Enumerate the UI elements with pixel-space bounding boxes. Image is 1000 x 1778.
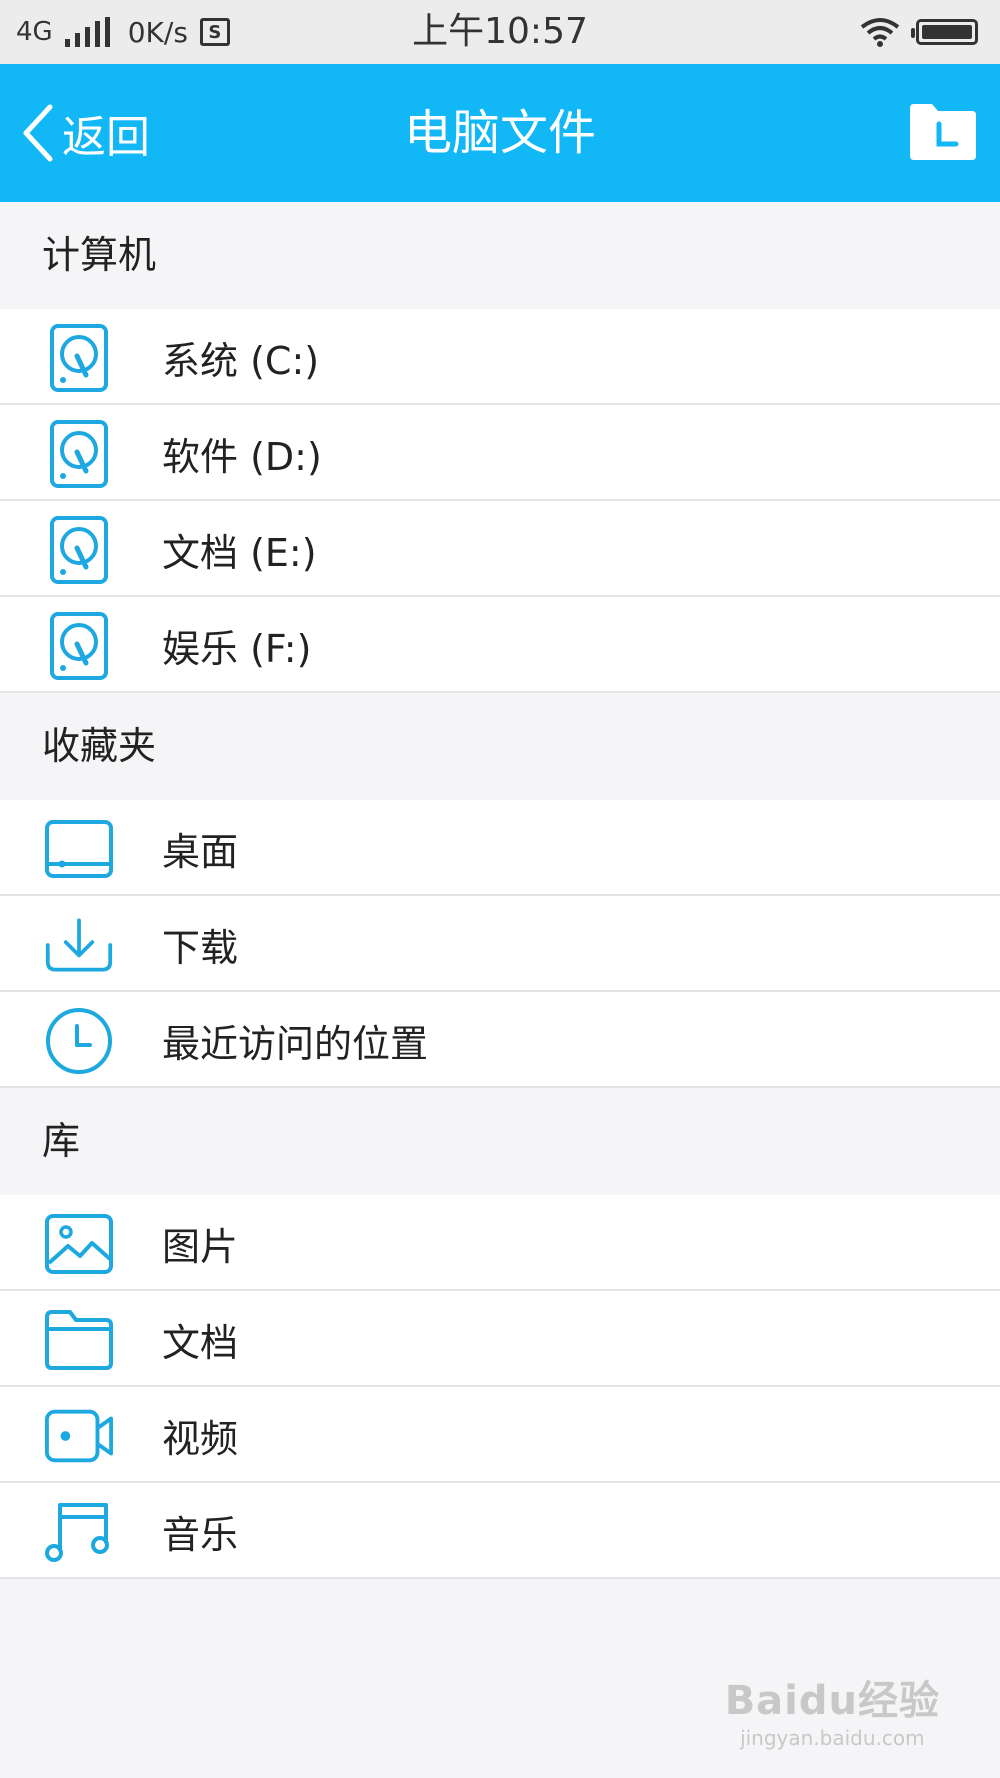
library-label: 图片 [162,1224,239,1269]
watermark-logo: Baidu经验 [724,1678,940,1724]
downloads-row[interactable]: 下载 [0,896,1000,992]
clock-icon [44,1006,114,1076]
status-bar: 4G 0K/s S 上午10:57 [0,0,1000,64]
desktop-icon [44,814,114,884]
computer-list: 系统 (C:) 软件 (D:) 文档 (E:) 娱乐 (F:) [0,309,1000,693]
page-title: 电脑文件 [403,105,596,161]
library-label: 视频 [162,1416,239,1461]
videos-row[interactable]: 视频 [0,1387,1000,1483]
recent-places-row[interactable]: 最近访问的位置 [0,992,1000,1088]
music-row[interactable]: 音乐 [0,1483,1000,1579]
drive-label: 文档 (E:) [162,530,317,575]
section-header-library: 库 [0,1088,1000,1195]
video-icon [44,1401,114,1471]
status-right [860,0,978,64]
nav-bar: 返回 电脑文件 [0,64,1000,202]
favorite-label: 桌面 [162,829,239,874]
drive-label: 软件 (D:) [162,434,322,479]
wifi-icon [860,18,900,47]
baidu-watermark: Baidu经验 jingyan.baidu.com [725,1668,940,1750]
section-header-computer: 计算机 [0,202,1000,309]
library-label: 文档 [162,1320,239,1365]
drive-e-row[interactable]: 文档 (E:) [0,501,1000,597]
back-button[interactable]: 返回 [20,64,150,202]
back-label: 返回 [62,112,150,163]
pictures-row[interactable]: 图片 [0,1195,1000,1291]
drive-label: 系统 (C:) [162,338,320,383]
documents-row[interactable]: 文档 [0,1291,1000,1387]
picture-icon [44,1209,114,1279]
folder-icon [44,1305,114,1375]
hard-drive-icon [44,419,114,489]
battery-icon [911,19,978,45]
hard-drive-icon [44,611,114,681]
status-time: 上午10:57 [412,11,588,52]
favorites-list: 桌面 下载 最近访问的位置 [0,800,1000,1088]
drive-f-row[interactable]: 娱乐 (F:) [0,597,1000,693]
content: 计算机 系统 (C:) 软件 (D:) 文档 (E:) 娱乐 (F:) 收藏夹 … [0,202,1000,1579]
download-icon [44,910,114,980]
hard-drive-icon [44,323,114,393]
favorite-label: 最近访问的位置 [162,1021,429,1066]
hard-drive-icon [44,515,114,585]
chevron-left-icon [23,104,53,162]
music-icon [44,1497,114,1567]
library-list: 图片 文档 视频 音乐 [0,1195,1000,1579]
drive-d-row[interactable]: 软件 (D:) [0,405,1000,501]
favorite-label: 下载 [162,925,239,970]
drive-label: 娱乐 (F:) [162,626,312,671]
library-label: 音乐 [162,1512,239,1557]
folder-clock-button[interactable] [908,102,978,162]
folder-clock-icon [910,104,976,160]
watermark-url: jingyan.baidu.com [740,1726,925,1750]
drive-c-row[interactable]: 系统 (C:) [0,309,1000,405]
section-header-favorites: 收藏夹 [0,693,1000,800]
desktop-row[interactable]: 桌面 [0,800,1000,896]
